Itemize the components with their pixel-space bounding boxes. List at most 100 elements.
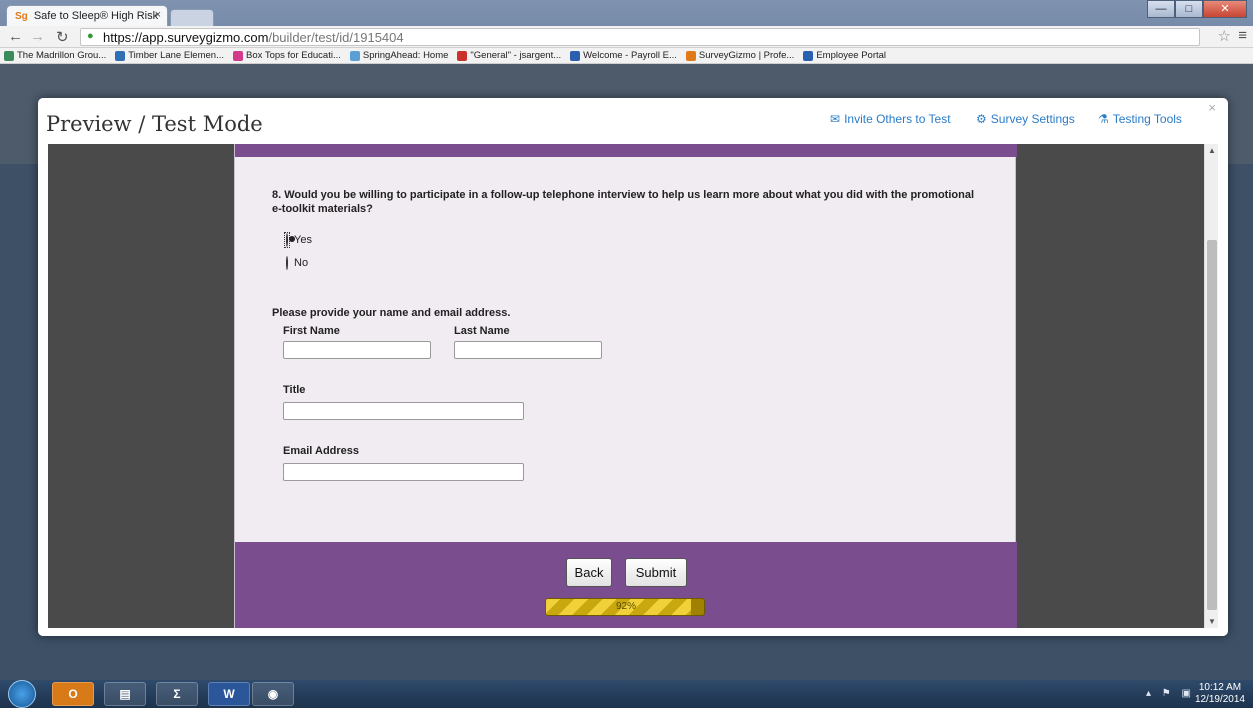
radio-wrap: [284, 255, 290, 271]
back-button[interactable]: Back: [566, 558, 612, 587]
invite-others-link[interactable]: ✉ Invite Others to Test: [830, 112, 951, 126]
system-tray-icons[interactable]: ▴ ⚑ ▣: [1146, 688, 1195, 699]
address-bar[interactable]: ● https://app.surveygizmo.com/builder/te…: [80, 28, 1200, 46]
bookmark-favicon-icon: [803, 50, 814, 61]
envelope-icon: ✉: [830, 112, 841, 126]
bookmarks-bar: The Madrillon Grou... Timber Lane Elemen.…: [0, 48, 1253, 64]
testing-label: Testing Tools: [1112, 112, 1182, 126]
modal-close-icon[interactable]: ×: [1208, 100, 1216, 115]
survey-settings-link[interactable]: ⚙ Survey Settings: [976, 112, 1075, 126]
maximize-button[interactable]: □: [1175, 0, 1203, 18]
new-tab-button[interactable]: [170, 9, 214, 26]
browser-tab[interactable]: Sg Safe to Sleep® High Risk ×: [6, 5, 168, 26]
gear-icon: ⚙: [976, 112, 987, 126]
tab-close-icon[interactable]: ×: [155, 9, 161, 21]
radio-no[interactable]: [286, 256, 288, 270]
bookmark-item[interactable]: Employee Portal: [803, 50, 886, 61]
forward-arrow-icon[interactable]: →: [30, 28, 45, 45]
start-button-icon[interactable]: [8, 680, 36, 708]
bookmark-favicon-icon: [457, 50, 468, 61]
invite-label: Invite Others to Test: [844, 112, 951, 126]
chrome-icon[interactable]: ◉: [252, 682, 294, 706]
title-label: Title: [283, 384, 306, 396]
bookmark-favicon-icon: [4, 50, 14, 61]
bookmark-favicon-icon: [232, 50, 243, 61]
windows-taskbar: O ▤ Σ W ◉ ▴ ⚑ ▣ 10:12 AM 12/19/2014: [0, 680, 1253, 708]
bookmark-favicon-icon: [685, 50, 696, 61]
surveygizmo-favicon-icon: Sg: [15, 11, 28, 22]
option-yes-label[interactable]: Yes: [294, 234, 312, 246]
sql-tool-icon[interactable]: Σ: [156, 682, 198, 706]
testing-tools-link[interactable]: ⚗ Testing Tools: [1098, 112, 1182, 126]
preview-frame: 8. Would you be willing to participate i…: [48, 144, 1218, 628]
scroll-thumb[interactable]: [1207, 240, 1217, 610]
bookmark-favicon-icon: [115, 50, 126, 61]
bookmark-favicon-icon: [570, 50, 581, 61]
bookmark-favicon-icon: [349, 50, 360, 61]
bookmark-item[interactable]: Box Tops for Educati...: [232, 50, 341, 61]
bookmark-label: Employee Portal: [816, 50, 887, 61]
minimize-button[interactable]: —: [1147, 0, 1175, 18]
progress-text: 92%: [615, 601, 636, 612]
bookmark-item[interactable]: "General" - jsargent...: [457, 50, 561, 61]
bookmark-item[interactable]: Timber Lane Elemen...: [115, 50, 224, 61]
email-field[interactable]: [283, 463, 524, 481]
last-name-label: Last Name: [454, 325, 510, 337]
preview-modal: Preview / Test Mode ✉ Invite Others to T…: [38, 98, 1228, 636]
clock[interactable]: 10:12 AM 12/19/2014: [1195, 682, 1245, 706]
bookmark-star-icon[interactable]: ☆: [1218, 27, 1231, 45]
window-controls: — □ ✕: [1147, 0, 1247, 18]
survey-page: 8. Would you be willing to participate i…: [234, 144, 1017, 628]
clock-time: 10:12 AM: [1198, 682, 1242, 693]
bookmark-item[interactable]: The Madrillon Grou...: [4, 50, 106, 61]
bookmark-label: Box Tops for Educati...: [245, 50, 341, 61]
modal-header: Preview / Test Mode ✉ Invite Others to T…: [38, 98, 1228, 144]
bookmark-label: The Madrillon Grou...: [17, 50, 107, 61]
first-name-label: First Name: [283, 325, 340, 337]
tab-title: Safe to Sleep® High Risk: [33, 10, 159, 22]
first-name-field[interactable]: [283, 341, 431, 359]
title-field[interactable]: [283, 402, 524, 420]
tab-bar: Sg Safe to Sleep® High Risk × — □ ✕: [0, 0, 1253, 26]
contact-prompt: Please provide your name and email addre…: [272, 307, 511, 319]
bookmark-label: SurveyGizmo | Profe...: [698, 50, 795, 61]
question-8-text: 8. Would you be willing to participate i…: [272, 189, 974, 215]
clock-date: 12/19/2014: [1194, 694, 1245, 705]
bookmark-label: Timber Lane Elemen...: [128, 50, 224, 61]
back-arrow-icon[interactable]: ←: [8, 28, 23, 45]
modal-title: Preview / Test Mode: [46, 112, 263, 136]
focus-outline: [284, 232, 290, 248]
word-icon[interactable]: W: [208, 682, 250, 706]
bookmark-item[interactable]: Welcome - Payroll E...: [570, 50, 677, 61]
lock-icon: ●: [87, 30, 94, 42]
outlook-icon[interactable]: O: [52, 682, 94, 706]
submit-button[interactable]: Submit: [625, 558, 687, 587]
browser-chrome: Sg Safe to Sleep® High Risk × — □ ✕ ← → …: [0, 0, 1253, 64]
browser-toolbar: ← → ↻ ● https://app.surveygizmo.com/buil…: [0, 26, 1253, 48]
email-label: Email Address: [283, 445, 360, 457]
frame-scrollbar[interactable]: ▲ ▼: [1204, 144, 1218, 628]
url-path: /builder/test/id/1915404: [268, 30, 404, 45]
scroll-up-icon[interactable]: ▲: [1208, 146, 1216, 155]
option-yes[interactable]: Yes: [284, 232, 312, 248]
bookmark-label: Welcome - Payroll E...: [583, 50, 677, 61]
progress-bar: 92%: [545, 598, 705, 616]
scroll-down-icon[interactable]: ▼: [1208, 617, 1216, 626]
option-no-label[interactable]: No: [294, 257, 308, 269]
menu-icon[interactable]: ≡: [1238, 27, 1247, 44]
file-explorer-icon[interactable]: ▤: [104, 682, 146, 706]
window-close-button[interactable]: ✕: [1203, 0, 1247, 18]
survey-footer: Back Submit 92%: [235, 542, 1017, 628]
reload-icon[interactable]: ↻: [56, 28, 69, 46]
bookmark-item[interactable]: SurveyGizmo | Profe...: [685, 50, 795, 61]
option-no[interactable]: No: [284, 255, 308, 271]
bookmark-label: "General" - jsargent...: [470, 50, 562, 61]
flask-icon: ⚗: [1098, 112, 1109, 126]
radio-yes[interactable]: [286, 233, 288, 247]
url-host: https://app.surveygizmo.com: [103, 30, 269, 45]
survey-header-bar: [235, 144, 1017, 157]
bookmark-item[interactable]: SpringAhead: Home: [349, 50, 449, 61]
last-name-field[interactable]: [454, 341, 602, 359]
settings-label: Survey Settings: [990, 112, 1075, 126]
bookmark-label: SpringAhead: Home: [362, 50, 449, 61]
